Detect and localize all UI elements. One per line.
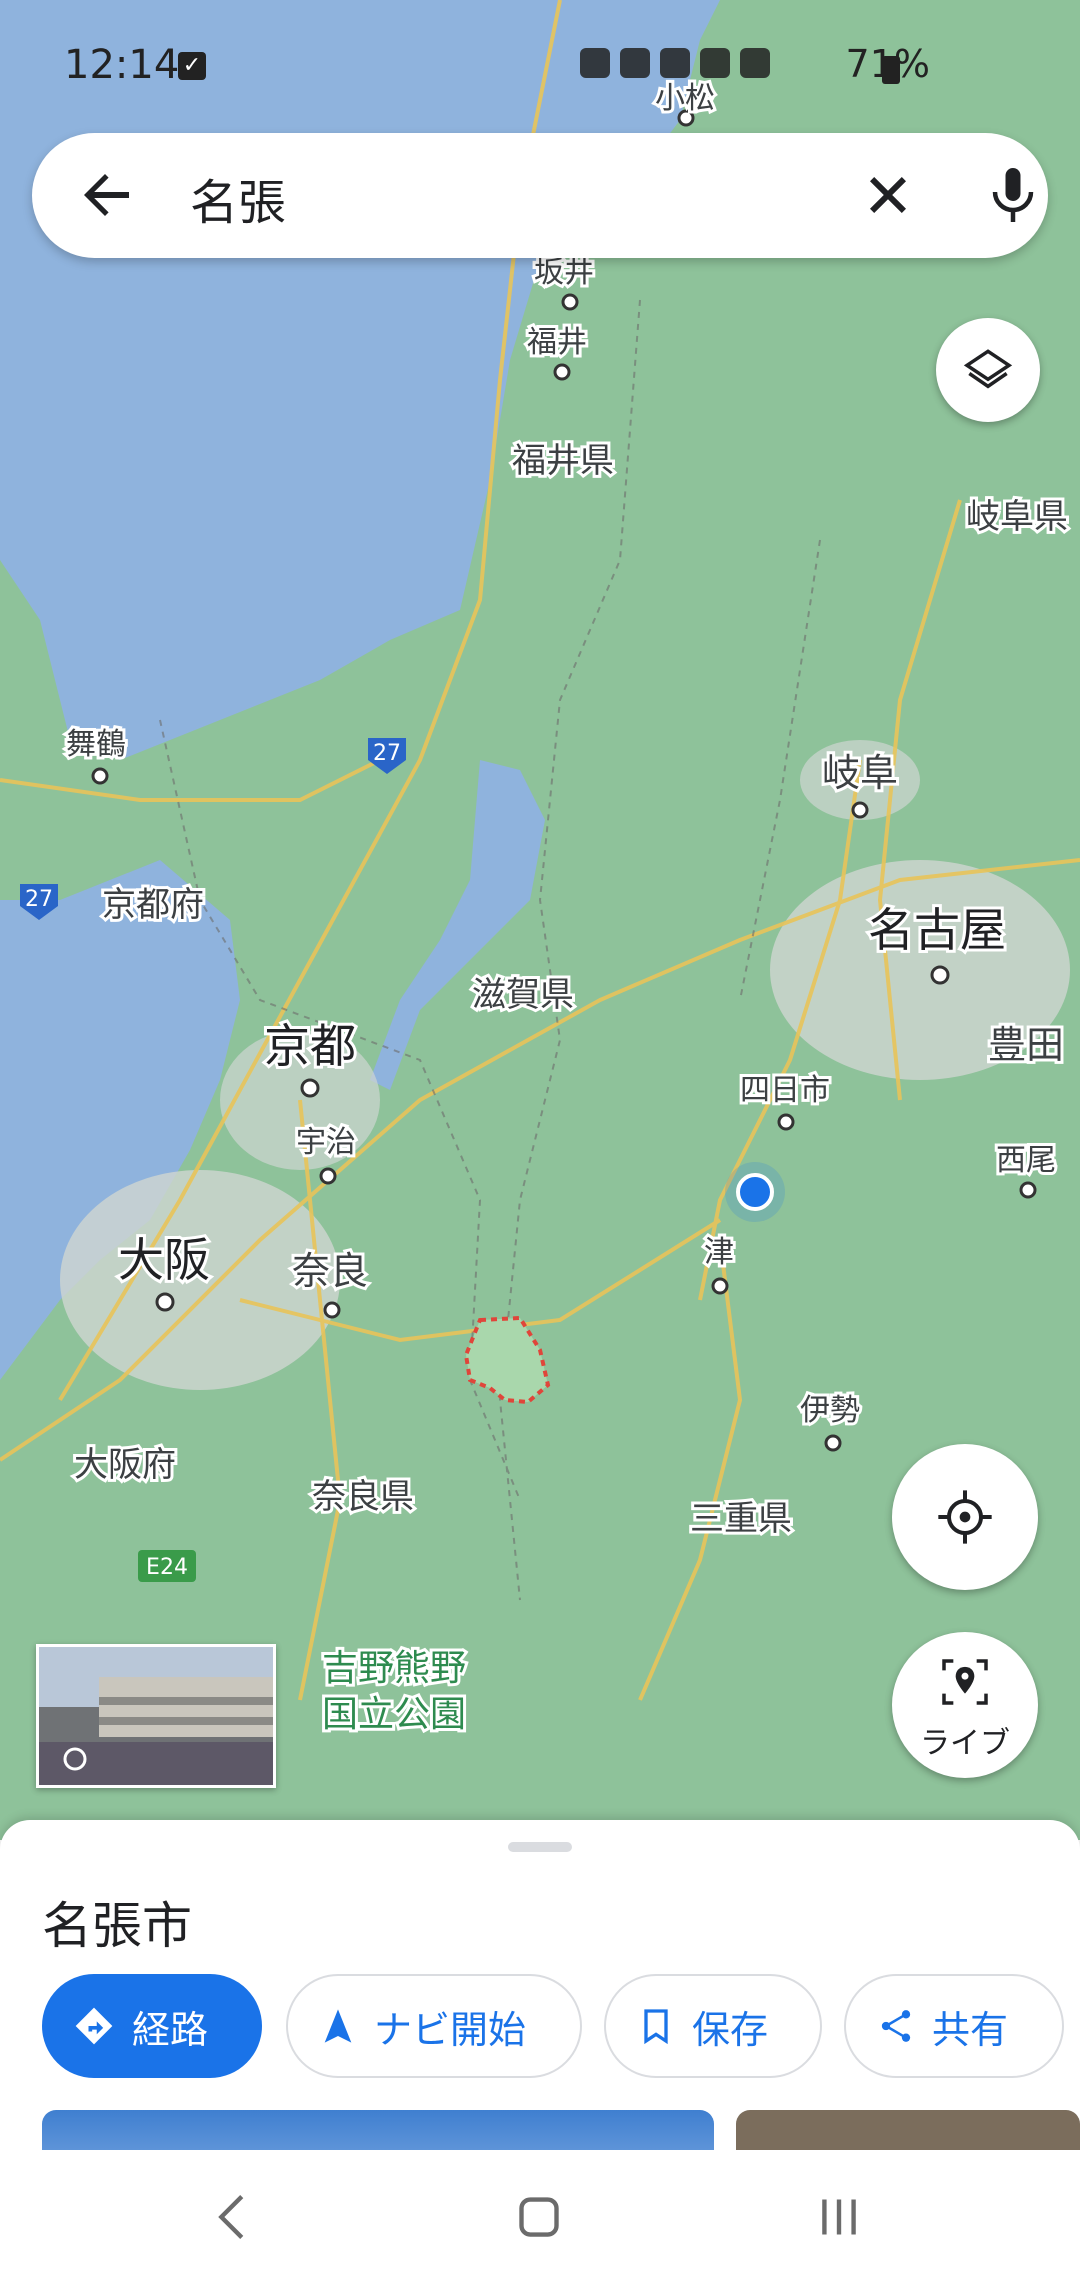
nav-back-icon[interactable]: [198, 2182, 268, 2252]
bookmark-icon: [644, 2009, 668, 2045]
nav-recents-icon[interactable]: [804, 2182, 874, 2252]
place-title: 名張市: [42, 1897, 192, 1955]
map-label: 宇治: [296, 1125, 356, 1160]
status-icons: [580, 48, 770, 78]
notification-icon: ✓: [178, 52, 206, 80]
microphone-icon[interactable]: [977, 159, 1049, 231]
map-label: 名古屋: [868, 903, 1006, 957]
save-label: 保存: [692, 2007, 769, 2052]
map-label: 西尾: [996, 1143, 1056, 1178]
road-shield-27: 27: [25, 887, 53, 912]
map-label: 坂井: [534, 255, 594, 290]
volte-icon: [700, 48, 730, 78]
status-time: 12:14: [64, 42, 180, 88]
place-bottom-sheet[interactable]: 名張市 経路 ナビ開始 保存 共有: [0, 1820, 1080, 2160]
map-label: 岐阜県: [966, 497, 1068, 537]
mute-icon: [620, 48, 650, 78]
search-bar[interactable]: 名張: [32, 133, 1048, 258]
map-label: 豊田: [988, 1023, 1064, 1067]
map-label: 津: [704, 1235, 734, 1270]
live-view-label: ライブ: [920, 1726, 1010, 1761]
street-view-thumbnail[interactable]: [36, 1644, 276, 1788]
park-label: 国立公園: [322, 1694, 466, 1735]
navigation-arrow-icon: [324, 2009, 352, 2043]
map-label: 奈良: [292, 1249, 368, 1293]
search-query[interactable]: 名張: [190, 163, 286, 233]
map-label: 大阪: [118, 1233, 210, 1287]
battery-icon: [882, 56, 900, 84]
road-shield-27: 27: [373, 741, 401, 766]
signal-icon: [740, 48, 770, 78]
directions-button[interactable]: 経路: [42, 1974, 262, 2078]
system-navigation-bar: [0, 2150, 1080, 2280]
crosshair-icon: [938, 1490, 992, 1544]
layers-button[interactable]: [936, 318, 1040, 422]
nav-home-icon[interactable]: [504, 2182, 574, 2252]
start-navigation-label: ナビ開始: [374, 2007, 527, 2052]
park-label: 吉野熊野: [322, 1648, 466, 1689]
location-icon: [660, 48, 690, 78]
map-label: 三重県: [690, 1499, 792, 1539]
street-view-image: [39, 1647, 273, 1785]
layers-icon: [963, 349, 1013, 389]
share-button[interactable]: 共有: [844, 1974, 1064, 2078]
back-arrow-icon[interactable]: [72, 159, 144, 231]
road-shield-e24: E24: [146, 1555, 188, 1580]
map-label: 福井: [527, 325, 587, 360]
map-label: 岐阜: [822, 751, 898, 795]
map-label: 奈良県: [312, 1477, 414, 1517]
live-view-icon: [942, 1659, 988, 1705]
directions-label: 経路: [132, 2007, 209, 2052]
map-label: 舞鶴: [66, 727, 126, 762]
share-icon: [881, 2010, 911, 2042]
status-bar: 12:14 ✓ 71%: [0, 0, 1080, 130]
clear-icon[interactable]: [852, 159, 924, 231]
map-label: 伊勢: [800, 1393, 860, 1428]
start-navigation-button[interactable]: ナビ開始: [286, 1974, 582, 2078]
map-label: 福井県: [512, 441, 614, 481]
live-view-button[interactable]: ライブ: [892, 1632, 1038, 1778]
my-location-button[interactable]: [892, 1444, 1038, 1590]
map-label: 京都府: [102, 885, 204, 925]
save-button[interactable]: 保存: [604, 1974, 822, 2078]
map-label: 京都: [264, 1019, 356, 1073]
map-label: 四日市: [740, 1073, 830, 1108]
share-label: 共有: [932, 2007, 1009, 2052]
sheet-drag-handle[interactable]: [508, 1842, 572, 1852]
map-label: 滋賀県: [472, 975, 574, 1015]
directions-icon: [75, 2007, 113, 2045]
alarm-icon: [580, 48, 610, 78]
map-label: 大阪府: [74, 1445, 176, 1485]
